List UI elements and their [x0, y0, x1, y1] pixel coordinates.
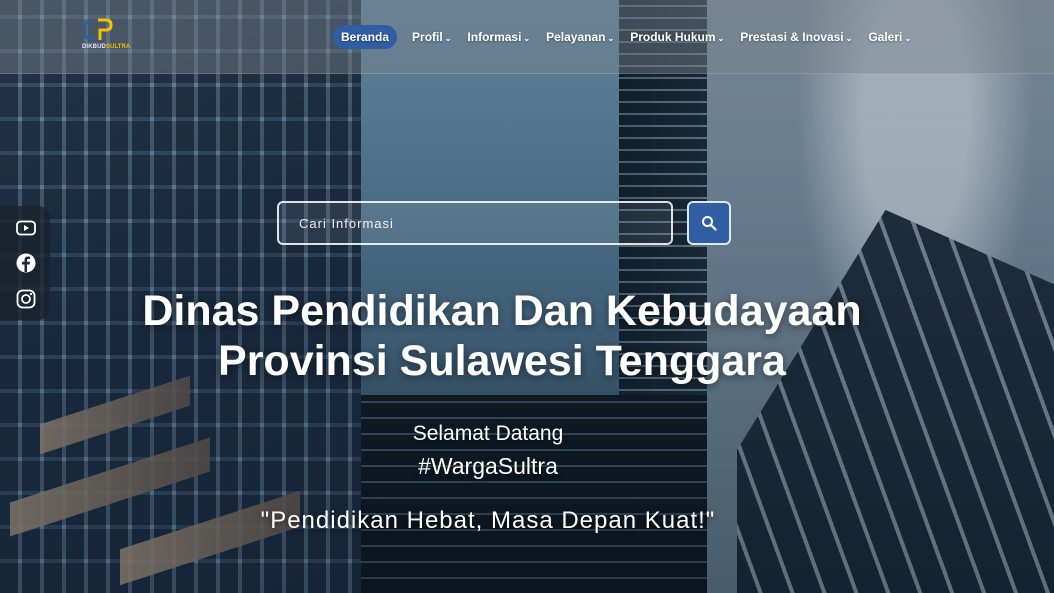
hero-title: Dinas Pendidikan Dan Kebudayaan Provinsi… — [0, 286, 1004, 386]
main-nav: Beranda Profil ⌄ Informasi ⌄ Pelayanan ⌄ Pr… — [333, 25, 919, 49]
chevron-down-icon: ⌄ — [444, 33, 452, 43]
site-header: DIKBUDSULTRA Beranda Profil ⌄ Informasi ⌄ … — [0, 0, 1054, 74]
nav-item-galeri[interactable]: Galeri ⌄ — [860, 25, 919, 49]
search-icon — [702, 216, 717, 231]
nav-item-beranda[interactable]: Beranda — [333, 25, 398, 49]
nav-item-pelayanan[interactable]: Pelayanan ⌄ — [538, 25, 622, 49]
nav-item-informasi[interactable]: Informasi ⌄ — [459, 25, 538, 49]
chevron-down-icon: ⌄ — [717, 33, 725, 43]
nav-item-produk-hukum[interactable]: Produk Hukum ⌄ — [622, 25, 732, 49]
hero-title-line-1: Dinas Pendidikan Dan Kebudayaan — [142, 287, 862, 335]
hashtag-text: #WargaSultra — [418, 453, 558, 479]
chevron-down-icon: ⌄ — [845, 33, 853, 43]
hero-title-line-2: Provinsi Sulawesi Tenggara — [218, 337, 786, 385]
youtube-icon — [16, 220, 36, 236]
facebook-link[interactable] — [15, 252, 37, 274]
nav-item-profil[interactable]: Profil ⌄ — [404, 25, 459, 49]
page: DIKBUDSULTRA Beranda Profil ⌄ Informasi ⌄ … — [0, 0, 1054, 593]
welcome-text: Selamat Datang — [412, 422, 564, 445]
search-button[interactable] — [687, 201, 731, 245]
site-logo[interactable]: DIKBUDSULTRA — [82, 18, 131, 54]
nav-item-prestasi-inovasi[interactable]: Prestasi & Inovasi ⌄ — [732, 25, 860, 49]
logo-mark-icon — [84, 18, 113, 40]
search-input[interactable] — [277, 201, 673, 245]
youtube-link[interactable] — [15, 217, 37, 239]
chevron-down-icon: ⌄ — [904, 33, 912, 43]
facebook-icon — [16, 253, 36, 273]
chevron-down-icon: ⌄ — [523, 33, 531, 43]
logo-text: DIKBUDSULTRA — [82, 44, 131, 50]
tagline-text: "Pendidikan Hebat, Masa Depan Kuat!" — [260, 507, 716, 534]
chevron-down-icon: ⌄ — [607, 33, 615, 43]
